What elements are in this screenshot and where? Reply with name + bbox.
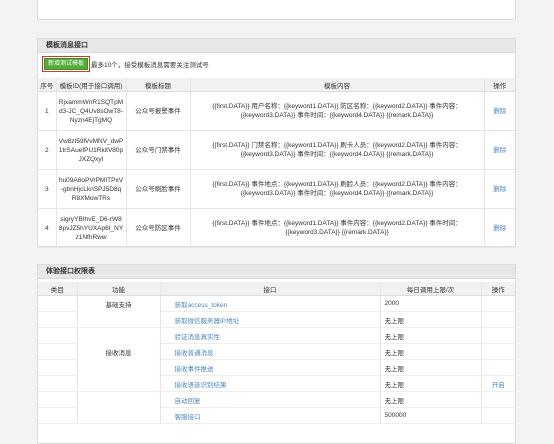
- template-id: sigryYBIhvE_D6-rW88pvJZ5hYUXAp6I_NYz1Nfh…: [56, 208, 127, 248]
- previous-panel: [37, 0, 516, 20]
- template-message-panel: 模板消息接口 新增测试模板 最多10个，接受模板消息需要关注测试号 序号 模板I…: [37, 38, 516, 248]
- template-table-header: 序号 模板ID(用于接口调用) 模板标题 模板内容 操作: [38, 78, 515, 92]
- interface-link[interactable]: 获取access_token: [160, 295, 381, 312]
- daily-limit: 无上限: [380, 359, 482, 376]
- interface-link[interactable]: 客服接口: [160, 407, 381, 424]
- category-cell: [38, 343, 78, 360]
- template-title: 公众号刷脸事件: [126, 169, 191, 209]
- col-template-content: 模板内容: [190, 78, 485, 92]
- daily-limit: 无上限: [380, 391, 482, 408]
- col-template-id: 模板ID(用于接口调用): [56, 78, 127, 92]
- col-interface: 接口: [160, 282, 381, 296]
- daily-limit: 2000: [380, 295, 482, 312]
- interface-link[interactable]: 获取微信服务器IP地址: [160, 311, 381, 328]
- category-cell: [38, 359, 78, 376]
- row-index: 1: [38, 91, 57, 131]
- action-cell[interactable]: [481, 407, 515, 424]
- interface-link[interactable]: 自动回复: [160, 391, 381, 408]
- row-index: 4: [38, 208, 57, 248]
- api-table-header: 类目 功能 接口 每日调用上限/次 操作: [38, 282, 515, 296]
- daily-limit: 无上限: [380, 343, 482, 360]
- interface-link[interactable]: 接收事件推送: [160, 359, 381, 376]
- table-row: 自动回复 无上限: [38, 391, 515, 408]
- table-row: 客服接口 500000: [38, 407, 515, 424]
- category-cell: [38, 407, 78, 424]
- col-daily-limit: 每日调用上限/次: [380, 282, 482, 296]
- table-row: 接收消息 接收普通消息 无上限: [38, 343, 515, 360]
- row-index: 3: [38, 169, 57, 209]
- category-cell: [38, 327, 78, 344]
- template-toolbar: 新增测试模板 最多10个，接受模板消息需要关注测试号: [41, 56, 209, 72]
- template-id: hu09A6oPVrPMITPxV-gbnHjcLknSPJ5D8qR8XMow…: [56, 169, 127, 209]
- template-content: {{first.DATA}} 事件地点：{{keyword1.DATA}} 事件…: [190, 208, 485, 248]
- col-action: 操作: [481, 282, 515, 296]
- interface-link[interactable]: 接收语音识别结果: [160, 375, 381, 392]
- delete-link[interactable]: 删除: [484, 130, 515, 170]
- action-cell[interactable]: [481, 311, 515, 328]
- function-cell: [77, 311, 161, 328]
- category-cell: [38, 295, 78, 312]
- col-template-title: 模板标题: [126, 78, 191, 92]
- col-function: 功能: [77, 282, 161, 296]
- template-content: {{first.DATA}} 事件地点：{{keyword1.DATA}} 刷脸…: [190, 169, 485, 209]
- category-cell: [38, 375, 78, 392]
- template-table: 序号 模板ID(用于接口调用) 模板标题 模板内容 操作 1 RjxammWnR…: [38, 78, 515, 248]
- add-test-template-button[interactable]: 新增测试模板: [41, 56, 91, 72]
- table-row: 接收事件推送 无上限: [38, 359, 515, 376]
- table-row: 3 hu09A6oPVrPMITPxV-gbnHjcLknSPJ5D8qR8XM…: [38, 169, 515, 209]
- template-title: 公众号报警事件: [126, 91, 191, 131]
- template-notice: 最多10个，接受模板消息需要关注测试号: [91, 62, 209, 69]
- action-cell[interactable]: [481, 343, 515, 360]
- function-cell: [77, 359, 161, 376]
- template-id: Vw8zt59lVvMNV_dwP1trSAuefPU1RkitV80pJXZQ…: [56, 130, 127, 170]
- daily-limit: 无上限: [380, 311, 482, 328]
- template-content: {{first.DATA}} 用户名称：{{keyword1.DATA}} 防区…: [190, 91, 485, 131]
- action-cell[interactable]: [481, 391, 515, 408]
- api-section-title: 体验接口权限表: [38, 265, 515, 279]
- col-action: 操作: [484, 78, 515, 92]
- table-row: 接收语音识别结果 无上限 开启: [38, 375, 515, 392]
- function-cell: [77, 327, 161, 344]
- function-cell: 接收消息: [77, 343, 161, 360]
- api-permission-panel: 体验接口权限表 类目 功能 接口 每日调用上限/次 操作 基础支持 获取acce…: [37, 264, 516, 444]
- action-cell[interactable]: [481, 359, 515, 376]
- daily-limit: 500000: [380, 407, 482, 424]
- row-index: 2: [38, 130, 57, 170]
- delete-link[interactable]: 删除: [484, 208, 515, 248]
- daily-limit: 无上限: [380, 375, 482, 392]
- daily-limit: 无上限: [380, 327, 482, 344]
- enable-link[interactable]: 开启: [481, 375, 515, 392]
- function-cell: [77, 391, 161, 408]
- function-cell: [77, 375, 161, 392]
- table-row: 4 sigryYBIhvE_D6-rW88pvJZ5hYUXAp6I_NYz1N…: [38, 208, 515, 248]
- api-permission-table: 类目 功能 接口 每日调用上限/次 操作 基础支持 获取access_token…: [38, 282, 515, 424]
- col-category: 类目: [38, 282, 78, 296]
- table-row: 验证消息真实性 无上限: [38, 327, 515, 344]
- col-index: 序号: [38, 78, 57, 92]
- function-cell: 基础支持: [77, 295, 161, 312]
- action-cell[interactable]: [481, 295, 515, 312]
- delete-link[interactable]: 删除: [484, 91, 515, 131]
- table-row: 基础支持 获取access_token 2000: [38, 295, 515, 312]
- action-cell[interactable]: [481, 327, 515, 344]
- template-id: RjxammWnR1SQTpMd3-JC_Q4Uv8sOwT8-Nyzn4EjT…: [56, 91, 127, 131]
- interface-link[interactable]: 接收普通消息: [160, 343, 381, 360]
- template-section-title: 模板消息接口: [38, 39, 515, 53]
- table-row: 2 Vw8zt59lVvMNV_dwP1trSAuefPU1RkitV80pJX…: [38, 130, 515, 170]
- template-title: 公众号门禁事件: [126, 130, 191, 170]
- delete-link[interactable]: 删除: [484, 169, 515, 209]
- template-title: 公众号防区事件: [126, 208, 191, 248]
- category-cell: [38, 391, 78, 408]
- function-cell: [77, 407, 161, 424]
- table-row: 获取微信服务器IP地址 无上限: [38, 311, 515, 328]
- interface-link[interactable]: 验证消息真实性: [160, 327, 381, 344]
- table-row: 1 RjxammWnR1SQTpMd3-JC_Q4Uv8sOwT8-Nyzn4E…: [38, 91, 515, 131]
- template-content: {{first.DATA}} 门禁名称：{{keyword1.DATA}} 刷卡…: [190, 130, 485, 170]
- category-cell: [38, 311, 78, 328]
